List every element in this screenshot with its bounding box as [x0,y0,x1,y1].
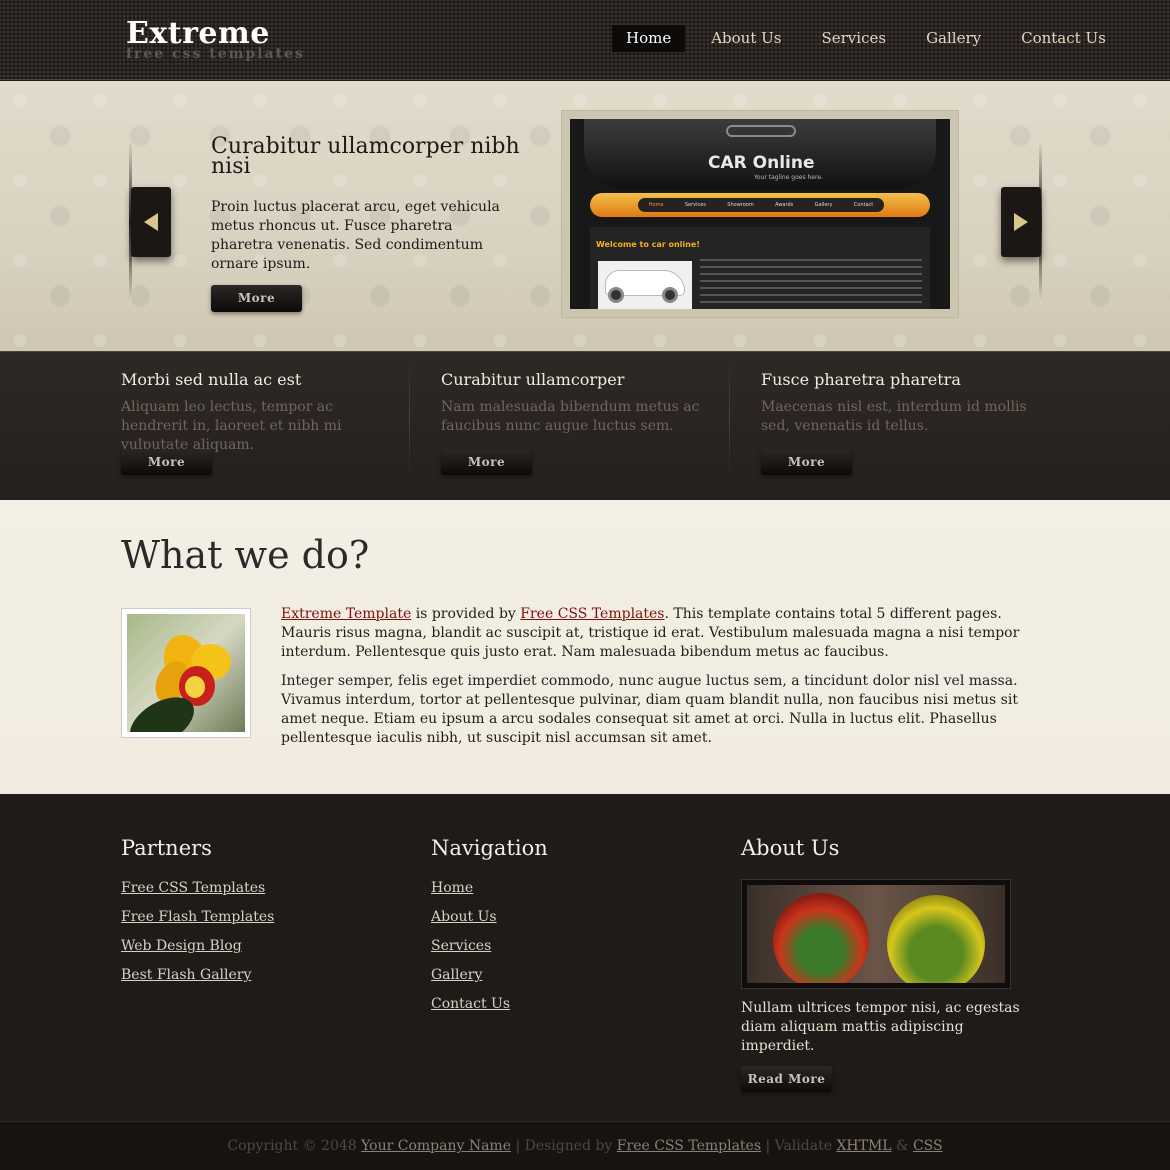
footer-nav-link[interactable]: Contact Us [431,995,548,1024]
feature-more-button[interactable]: More [761,449,852,475]
footer-nav-link[interactable]: Home [431,879,548,908]
cactus-image[interactable] [741,879,1011,989]
nav-item-gallery[interactable]: Gallery [912,25,995,52]
nav-item-about-us[interactable]: About Us [697,25,795,52]
screenshot-nav: Home Services Showroom Awards Gallery Co… [638,198,884,212]
content-body: Extreme Template is provided by Free CSS… [281,605,1051,758]
partner-link[interactable]: Best Flash Gallery [121,966,274,995]
feature-more-button[interactable]: More [441,449,532,475]
css-link[interactable]: CSS [913,1138,943,1154]
feature-title: Curabitur ullamcorper [441,370,625,389]
content-paragraph: Integer semper, felis eget imperdiet com… [281,673,1018,746]
footer-partners: Partners Free CSS Templates Free Flash T… [121,836,274,995]
page-title: What we do? [121,533,370,577]
footer-about: About Us Nullam ultrices tempor nisi, ac… [741,836,1031,1092]
nav-item-services[interactable]: Services [807,25,900,52]
main-nav: Home About Us Services Gallery Contact U… [612,25,1132,52]
screenshot-title: CAR Online [708,153,815,173]
feature-column: Fusce pharetra pharetra Maecenas nisl es… [761,370,1031,438]
footer-about-text: Nullam ultrices tempor nisi, ac egestas … [741,1000,1020,1054]
slide-text: Proin luctus placerat arcu, eget vehicul… [211,199,500,272]
partner-link[interactable]: Free Flash Templates [121,908,274,937]
feature-title: Morbi sed nulla ac est [121,370,302,389]
site-footer: Partners Free CSS Templates Free Flash T… [0,794,1170,1121]
read-more-button[interactable]: Read More [741,1066,832,1092]
nav-item-home[interactable]: Home [612,25,686,52]
car-image [598,261,692,309]
slider-prev-button[interactable] [131,187,171,257]
features-band: Morbi sed nulla ac est Aliquam leo lectu… [0,351,1170,500]
slide-title: Curabitur ullamcorper nibh nisi [211,134,520,179]
feature-text: Nam malesuada bibendum metus ac faucibus… [441,399,700,434]
flower-thumbnail[interactable] [121,608,251,738]
slider-next-button[interactable] [1001,187,1041,257]
arrow-right-icon [1014,213,1028,231]
site-header: Extreme free css templates Home About Us… [0,0,1170,80]
footer-heading: Navigation [431,836,548,860]
designer-link[interactable]: Free CSS Templates [617,1138,761,1154]
hero-slider: Curabitur ullamcorper nibh nisi Proin lu… [0,81,1170,351]
slide-image[interactable]: CAR Online Your tagline goes here. Home … [561,110,959,318]
partner-link[interactable]: Web Design Blog [121,937,274,966]
feature-more-button[interactable]: More [121,449,212,475]
content-paragraph: Extreme Template is provided by Free CSS… [281,606,1020,660]
slide-more-button[interactable]: More [211,285,302,312]
extreme-template-link[interactable]: Extreme Template [281,606,411,622]
feature-text: Maecenas nisl est, interdum id mollis se… [761,399,1027,434]
screenshot-welcome: Welcome to car online! [596,240,700,249]
arrow-left-icon [144,213,158,231]
column-divider [729,357,730,477]
footer-heading: About Us [741,836,840,860]
feature-title: Fusce pharetra pharetra [761,370,961,389]
footer-nav-link[interactable]: Gallery [431,966,548,995]
copyright-bar: Copyright © 2048 Your Company Name | Des… [0,1121,1170,1170]
footer-nav-link[interactable]: Services [431,937,548,966]
free-css-templates-link[interactable]: Free CSS Templates [520,606,664,622]
partner-link[interactable]: Free CSS Templates [121,879,274,908]
site-logo-subtitle: free css templates [126,46,305,62]
website-screenshot: CAR Online Your tagline goes here. Home … [570,119,950,309]
company-link[interactable]: Your Company Name [361,1138,511,1154]
footer-navigation: Navigation Home About Us Services Galler… [431,836,548,1024]
xhtml-link[interactable]: XHTML [836,1138,891,1154]
feature-column: Morbi sed nulla ac est Aliquam leo lectu… [121,370,391,453]
flower-image [127,614,245,732]
feature-text: Aliquam leo lectus, tempor ac hendrerit … [121,399,342,453]
footer-nav-link[interactable]: About Us [431,908,548,937]
column-divider [409,357,410,477]
main-content: What we do? Extreme Template is provided… [0,500,1170,794]
car-grill-icon [726,125,796,137]
footer-heading: Partners [121,836,212,860]
screenshot-tagline: Your tagline goes here. [754,174,823,181]
feature-column: Curabitur ullamcorper Nam malesuada bibe… [441,370,711,438]
nav-item-contact-us[interactable]: Contact Us [1007,25,1120,52]
